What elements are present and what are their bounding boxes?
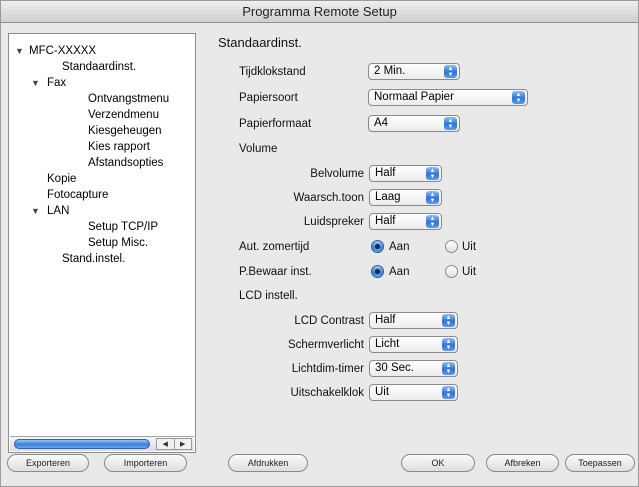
pbewaar-aan-radio[interactable]	[371, 265, 384, 278]
uitschakelklok-value: Uit	[375, 386, 390, 398]
zomertijd-aan-radio[interactable]	[371, 240, 384, 253]
tree-item-stand-instel[interactable]: Stand.instel.	[62, 252, 125, 266]
zomertijd-label: Aut. zomertijd	[239, 241, 310, 253]
tree-item-lan[interactable]: LAN	[47, 204, 69, 218]
popup-arrows-icon: ▲ ▼	[426, 191, 439, 204]
schermverlicht-popup[interactable]: Licht ▲ ▼	[369, 336, 458, 353]
tree-item-fotocapture[interactable]: Fotocapture	[47, 188, 108, 202]
papierformaat-label: Papierformaat	[239, 118, 312, 130]
papiersoort-popup[interactable]: Normaal Papier ▲ ▼	[368, 89, 528, 106]
lcd-contrast-popup[interactable]: Half ▲ ▼	[369, 312, 458, 329]
horizontal-scrollbar[interactable]: ◀ ▶	[10, 436, 194, 451]
uitschakelklok-label: Uitschakelklok	[290, 387, 365, 399]
settings-tree[interactable]: ▼ MFC-XXXXX Standaardinst. ▼ Fax Ontvang…	[8, 33, 196, 453]
afdrukken-button[interactable]: Afdrukken	[228, 454, 308, 472]
waarsch-toon-label: Waarsch.toon	[293, 192, 364, 204]
popup-arrows-icon: ▲ ▼	[512, 91, 525, 104]
tree-item-afstandsopties[interactable]: Afstandsopties	[88, 156, 163, 170]
belvolume-value: Half	[375, 167, 396, 179]
papiersoort-value: Normaal Papier	[374, 91, 454, 103]
schermverlicht-label: Schermverlicht	[287, 339, 364, 351]
panel-title: Standaardinst.	[218, 35, 302, 50]
popup-arrows-icon: ▲ ▼	[444, 65, 457, 78]
luidspreker-popup[interactable]: Half ▲ ▼	[369, 213, 442, 230]
lichtdim-timer-label: Lichtdim-timer	[291, 363, 364, 375]
tree-item-verzendmenu[interactable]: Verzendmenu	[88, 108, 159, 122]
tree-item-setup-misc[interactable]: Setup Misc.	[88, 236, 148, 250]
tijdklokstand-value: 2 Min.	[374, 65, 406, 77]
zomertijd-uit-label: Uit	[462, 241, 477, 253]
belvolume-popup[interactable]: Half ▲ ▼	[369, 165, 442, 182]
lichtdim-timer-value: 30 Sec.	[375, 362, 414, 374]
schermverlicht-value: Licht	[375, 338, 400, 350]
ok-button[interactable]: OK	[401, 454, 475, 472]
tree-item-ontvangstmenu[interactable]: Ontvangstmenu	[88, 92, 169, 106]
tree-item-setup-tcpip[interactable]: Setup TCP/IP	[88, 220, 158, 234]
tree-item-kopie[interactable]: Kopie	[47, 172, 76, 186]
lichtdim-timer-popup[interactable]: 30 Sec. ▲ ▼	[369, 360, 458, 377]
scrollbar-thumb[interactable]	[14, 439, 150, 449]
popup-arrows-icon: ▲ ▼	[442, 338, 455, 351]
popup-arrows-icon: ▲ ▼	[442, 314, 455, 327]
disclosure-triangle-icon[interactable]: ▼	[15, 44, 24, 58]
scroll-right-icon[interactable]: ▶	[173, 439, 192, 449]
tree-item-kiesgeheugen[interactable]: Kiesgeheugen	[88, 124, 162, 138]
scroll-left-icon[interactable]: ◀	[157, 439, 174, 449]
belvolume-label: Belvolume	[310, 168, 364, 180]
tree-item-kies-rapport[interactable]: Kies rapport	[88, 140, 150, 154]
tree-item-fax[interactable]: Fax	[47, 76, 66, 90]
toepassen-button[interactable]: Toepassen	[565, 454, 635, 472]
zomertijd-uit-radio[interactable]	[445, 240, 458, 253]
tree-item-standaardinst[interactable]: Standaardinst.	[62, 60, 136, 74]
popup-arrows-icon: ▲ ▼	[442, 386, 455, 399]
volume-heading: Volume	[239, 143, 278, 155]
exporteren-button[interactable]: Exporteren	[7, 454, 89, 472]
tree-item-root[interactable]: MFC-XXXXX	[29, 44, 96, 58]
papierformaat-value: A4	[374, 117, 389, 129]
papiersoort-label: Papiersoort	[239, 92, 298, 104]
lcd-contrast-value: Half	[375, 314, 396, 326]
disclosure-triangle-icon[interactable]: ▼	[31, 204, 40, 218]
window-title: Programma Remote Setup	[1, 1, 638, 23]
luidspreker-value: Half	[375, 215, 396, 227]
remote-setup-window: Programma Remote Setup ▼ MFC-XXXXX Stand…	[0, 0, 639, 487]
popup-arrows-icon: ▲ ▼	[442, 362, 455, 375]
scroll-arrows[interactable]: ◀ ▶	[156, 438, 192, 450]
pbewaar-uit-radio[interactable]	[445, 265, 458, 278]
tijdklokstand-label: Tijdklokstand	[239, 66, 306, 78]
popup-arrows-icon: ▲ ▼	[426, 167, 439, 180]
afbreken-button[interactable]: Afbreken	[486, 454, 559, 472]
popup-arrows-icon: ▲ ▼	[426, 215, 439, 228]
pbewaar-uit-label: Uit	[462, 266, 477, 278]
zomertijd-aan-label: Aan	[389, 241, 410, 253]
popup-arrows-icon: ▲ ▼	[444, 117, 457, 130]
pbewaar-label: P.Bewaar inst.	[239, 266, 312, 278]
tijdklokstand-popup[interactable]: 2 Min. ▲ ▼	[368, 63, 460, 80]
uitschakelklok-popup[interactable]: Uit ▲ ▼	[369, 384, 458, 401]
luidspreker-label: Luidspreker	[303, 216, 364, 228]
waarsch-toon-popup[interactable]: Laag ▲ ▼	[369, 189, 442, 206]
lcd-contrast-label: LCD Contrast	[294, 315, 364, 327]
disclosure-triangle-icon[interactable]: ▼	[31, 76, 40, 90]
pbewaar-aan-label: Aan	[389, 266, 410, 278]
lcd-heading: LCD instell.	[239, 290, 298, 302]
importeren-button[interactable]: Importeren	[104, 454, 187, 472]
papierformaat-popup[interactable]: A4 ▲ ▼	[368, 115, 460, 132]
waarsch-toon-value: Laag	[375, 191, 401, 203]
